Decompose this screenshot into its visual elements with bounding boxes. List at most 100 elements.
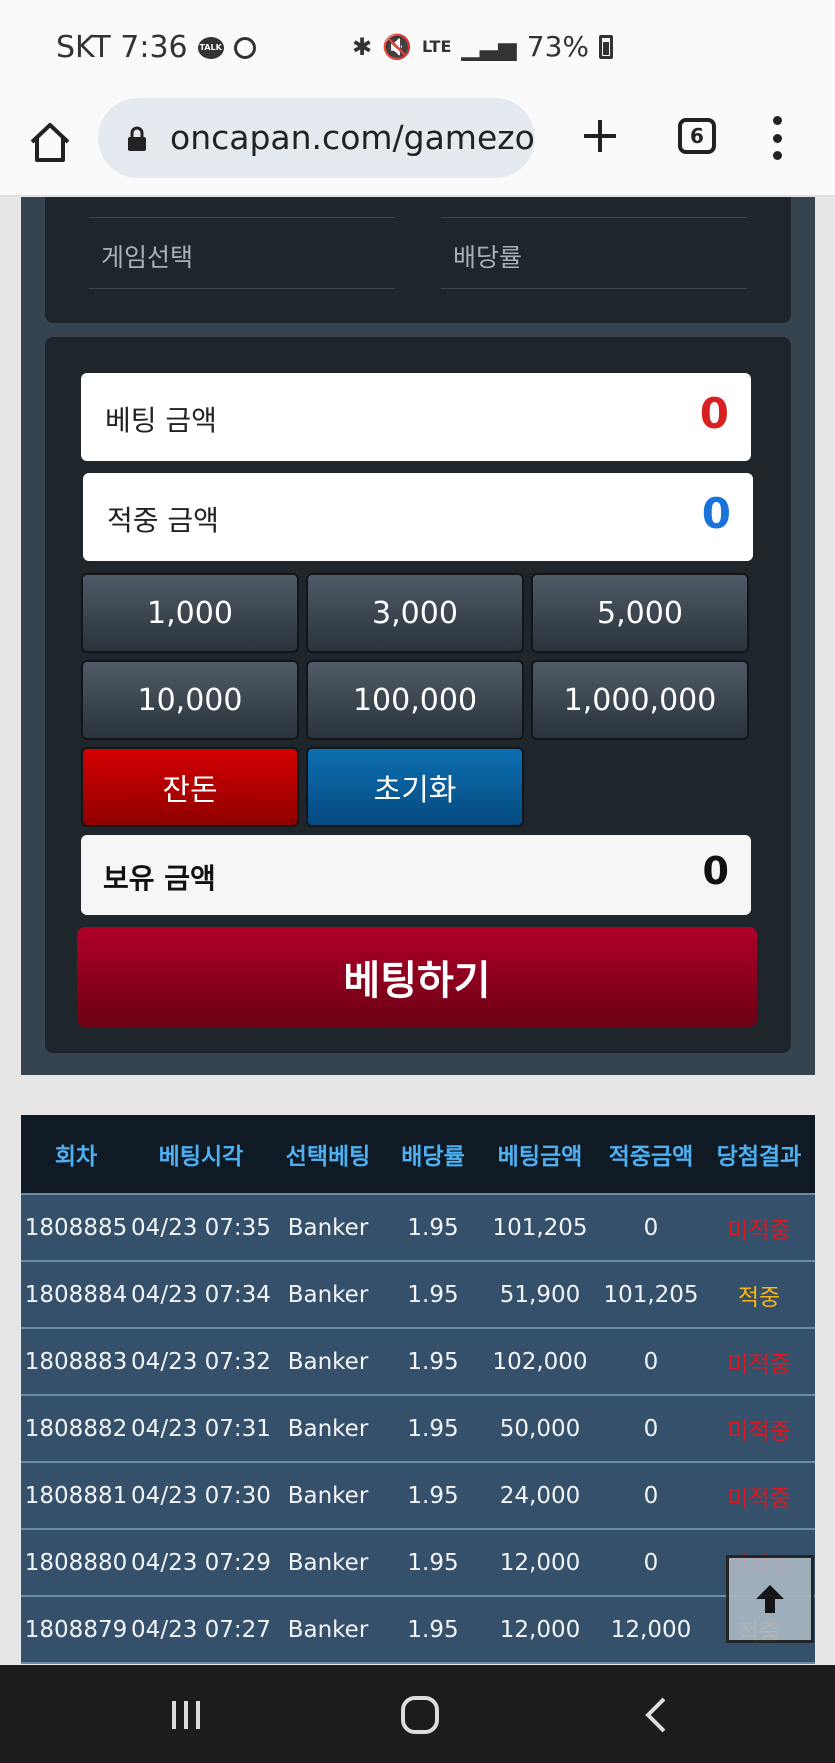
holding-amount-value: 0: [702, 849, 729, 893]
chip-10000-button[interactable]: 10,000: [81, 660, 299, 740]
cell-win-amount: 0: [643, 1482, 659, 1509]
browser-menu-icon[interactable]: [770, 116, 784, 160]
cell-odds: 1.95: [407, 1214, 459, 1241]
header-round: 회차: [54, 1144, 98, 1170]
table-row: 1808884 04/23 07:34 Banker 1.95 51,900 101,20…: [21, 1262, 815, 1329]
chip-3000-button[interactable]: 3,000: [306, 573, 524, 653]
bluetooth-icon: ✱: [352, 32, 373, 61]
header-odds: 배당률: [401, 1144, 465, 1170]
table-row: 1808883 04/23 07:32 Banker 1.95 102,000 0 미적중: [21, 1329, 815, 1396]
status-bar: SKT 7:36 TALK ✱ 🔇 LTE ▁▃▅ 73%: [0, 0, 835, 96]
bet-amount-box: 베팅 금액 0: [81, 373, 751, 461]
table-row: 180888004/23 07:29Banker1.9512,0000미적중: [21, 1530, 815, 1597]
cell-bet-time: 04/23 07:35: [131, 1214, 271, 1241]
scroll-to-top-button[interactable]: [726, 1555, 814, 1643]
signal-icon: ▁▃▅: [461, 32, 517, 61]
battery-percent: 73%: [526, 30, 589, 63]
mute-icon: 🔇: [382, 32, 412, 61]
cell-round: 1808882: [24, 1415, 128, 1442]
header-selection: 선택베팅: [285, 1144, 371, 1170]
cell-round: 1808884: [24, 1281, 128, 1308]
betting-card: 베팅 금액 0 적중 금액 0 1,000 3,000 5,000 10,000…: [45, 337, 791, 1053]
cell-win-amount: 0: [643, 1214, 659, 1241]
odds-cell: 배당률: [441, 217, 747, 289]
cell-bet-amount: 101,205: [492, 1214, 588, 1241]
cell-selection: Banker: [287, 1281, 369, 1308]
game-select-cell: 게임선택: [89, 217, 395, 289]
place-bet-button[interactable]: 베팅하기: [77, 927, 757, 1027]
cell-result: 미적중: [727, 1485, 791, 1512]
cell-win-amount: 0: [643, 1549, 659, 1576]
cell-bet-amount: 50,000: [499, 1415, 581, 1442]
cell-win-amount: 101,205: [603, 1281, 699, 1308]
cell-win-amount: 0: [643, 1415, 659, 1442]
win-amount-value: 0: [701, 489, 731, 538]
cell-round: 1808883: [24, 1348, 128, 1375]
cell-round: 1808880: [24, 1549, 128, 1576]
alarm-icon: [233, 36, 256, 59]
kakaotalk-icon: TALK: [197, 36, 224, 59]
home-nav-icon[interactable]: [398, 1695, 442, 1735]
table-header: 회차 베팅시각 선택베팅 배당률 베팅금액 적중금액 당첨결과: [21, 1115, 815, 1195]
cell-bet-amount: 102,000: [492, 1348, 588, 1375]
cell-bet-amount: 12,000: [499, 1549, 581, 1576]
address-bar[interactable]: oncapan.com/gamezo: [98, 98, 535, 178]
cell-odds: 1.95: [407, 1281, 459, 1308]
win-amount-box: 적중 금액 0: [83, 473, 753, 561]
game-panel: 게임선택 배당률 베팅 금액 0 적중 금액 0 1,000 3,000 5,0…: [21, 197, 815, 1075]
holding-amount-label: 보유 금액: [103, 862, 216, 895]
table-row: 1808881 04/23 07:30 Banker 1.95 24,000 0 미적중: [21, 1463, 815, 1530]
cell-odds: 1.95: [407, 1616, 459, 1643]
cell-win-amount: 12,000: [610, 1616, 692, 1643]
recent-apps-icon[interactable]: [166, 1695, 206, 1735]
status-left: SKT 7:36 TALK: [56, 30, 256, 65]
lock-icon: [128, 126, 146, 151]
cell-win-amount: 0: [643, 1348, 659, 1375]
cell-bet-amount: 51,900: [499, 1281, 581, 1308]
change-button[interactable]: 잔돈: [81, 747, 299, 827]
tab-switcher-button[interactable]: 6: [678, 118, 716, 154]
arrow-up-icon: [756, 1585, 784, 1613]
holding-amount-box: 보유 금액 0: [81, 835, 751, 915]
cell-odds: 1.95: [407, 1482, 459, 1509]
status-right: ✱ 🔇 LTE ▁▃▅ 73%: [352, 30, 613, 63]
browser-toolbar: oncapan.com/gamezo 6: [0, 96, 835, 196]
battery-icon: [599, 34, 613, 59]
header-win-amount: 적중금액: [608, 1144, 694, 1170]
table-row: 1808885 04/23 07:35 Banker 1.95 101,205 0 미적중: [21, 1195, 815, 1262]
cell-result: 미적중: [727, 1418, 791, 1445]
win-amount-label: 적중 금액: [107, 504, 219, 537]
url-text: oncapan.com/gamezo: [170, 118, 535, 157]
cell-result: 미적중: [727, 1351, 791, 1378]
cell-bet-time: 04/23 07:31: [131, 1415, 271, 1442]
table-row: 1808882 04/23 07:31 Banker 1.95 50,000 0 미적중: [21, 1396, 815, 1463]
bet-history-table: 회차 베팅시각 선택베팅 배당률 베팅금액 적중금액 당첨결과 1808885 0…: [21, 1115, 815, 1664]
cell-bet-time: 04/23 07:32: [131, 1348, 271, 1375]
back-icon[interactable]: [640, 1695, 670, 1735]
cell-bet-time: 04/23 07:34: [131, 1281, 271, 1308]
cell-selection: Banker: [287, 1616, 369, 1643]
cell-bet-amount: 24,000: [499, 1482, 581, 1509]
cell-selection: Banker: [287, 1348, 369, 1375]
header-result: 당첨결과: [716, 1144, 802, 1170]
new-tab-icon[interactable]: [580, 116, 620, 156]
cell-bet-amount: 12,000: [499, 1616, 581, 1643]
bet-amount-value: 0: [699, 389, 729, 438]
cell-round: 1808879: [24, 1616, 128, 1643]
lte-icon: LTE: [422, 37, 452, 56]
cell-round: 1808885: [24, 1214, 128, 1241]
bet-amount-label: 베팅 금액: [105, 404, 217, 437]
cell-selection: Banker: [287, 1214, 369, 1241]
reset-button[interactable]: 초기화: [306, 747, 524, 827]
chip-100000-button[interactable]: 100,000: [306, 660, 524, 740]
chip-1000-button[interactable]: 1,000: [81, 573, 299, 653]
cell-odds: 1.95: [407, 1549, 459, 1576]
carrier-time: SKT 7:36: [56, 30, 188, 65]
chip-1000000-button[interactable]: 1,000,000: [531, 660, 749, 740]
table-row: 1808879 04/23 07:27 Banker 1.95 12,000 12,000…: [21, 1597, 815, 1664]
cell-round: 1808881: [24, 1482, 128, 1509]
chip-5000-button[interactable]: 5,000: [531, 573, 749, 653]
header-bet-amount: 베팅금액: [497, 1144, 583, 1170]
home-icon[interactable]: [28, 120, 72, 164]
header-bet-time: 베팅시각: [158, 1144, 244, 1170]
